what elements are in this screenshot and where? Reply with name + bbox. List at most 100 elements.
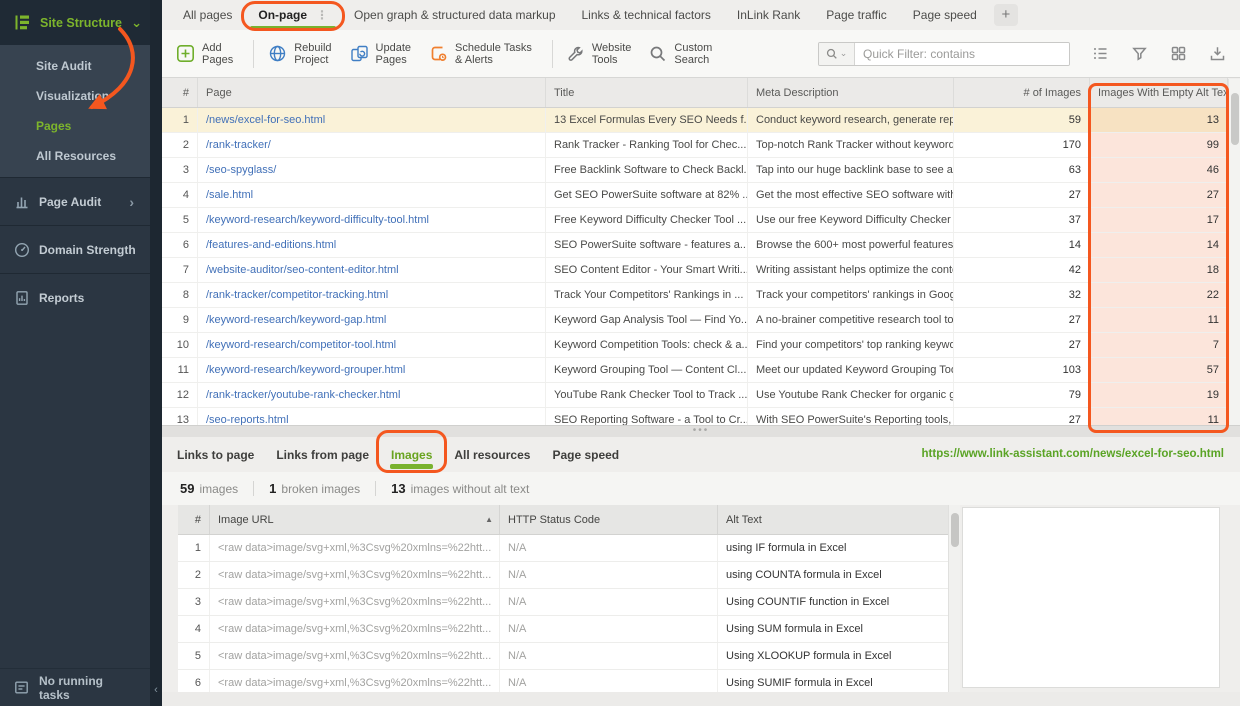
- bottom-tab[interactable]: Images: [380, 437, 443, 472]
- sidebar-item-domain-strength[interactable]: Domain Strength: [0, 225, 150, 273]
- cell-meta: A no-brainer competitive research tool t…: [748, 308, 954, 332]
- workspace-tab[interactable]: InLink Rank: [724, 0, 813, 30]
- cell-page: /rank-tracker/competitor-tracking.html: [198, 283, 546, 307]
- bottom-tab[interactable]: Page speed: [541, 437, 630, 472]
- sidebar-submenu: Site Audit Visualization Pages All Resou…: [0, 45, 150, 177]
- custom-search-button[interactable]: CustomSearch: [649, 42, 712, 66]
- workspace-tab[interactable]: All pages: [170, 0, 245, 30]
- tab-label: Images: [391, 448, 432, 462]
- table-row[interactable]: 4 /sale.html Get SEO PowerSuite software…: [162, 183, 1228, 208]
- export-button[interactable]: [1209, 45, 1226, 62]
- column-header-status[interactable]: HTTP Status Code: [500, 505, 718, 534]
- workspace-tab[interactable]: On-page ⋮: [245, 0, 341, 30]
- sidebar-item-page-audit[interactable]: Page Audit ›: [0, 177, 150, 225]
- edit-columns-button[interactable]: [1092, 45, 1109, 62]
- filter-mode-dropdown[interactable]: ⌄: [819, 43, 855, 65]
- table-row[interactable]: 11 /keyword-research/keyword-grouper.htm…: [162, 358, 1228, 383]
- running-tasks-status[interactable]: No running tasks: [0, 668, 150, 706]
- image-row[interactable]: 4 <raw data>image/svg+xml,%3Csvg%20xmlns…: [178, 616, 948, 643]
- workspace-tab[interactable]: Page traffic: [813, 0, 899, 30]
- panel-resize-handle[interactable]: •••: [162, 425, 1240, 437]
- table-row[interactable]: 13 /seo-reports.html SEO Reporting Softw…: [162, 408, 1228, 425]
- page-link[interactable]: /seo-reports.html: [206, 414, 289, 425]
- selected-page-url[interactable]: https://www.link-assistant.com/news/exce…: [922, 437, 1224, 472]
- page-link[interactable]: /keyword-research/keyword-gap.html: [206, 314, 386, 326]
- page-link[interactable]: /features-and-editions.html: [206, 239, 336, 251]
- filter-button[interactable]: [1131, 45, 1148, 62]
- page-link[interactable]: /rank-tracker/competitor-tracking.html: [206, 289, 388, 301]
- column-header-images[interactable]: # of Images: [954, 78, 1090, 107]
- tasks-icon: [14, 680, 29, 695]
- table-row[interactable]: 7 /website-auditor/seo-content-editor.ht…: [162, 258, 1228, 283]
- summary-label: images: [199, 482, 238, 496]
- add-pages-button[interactable]: AddPages: [176, 42, 233, 66]
- sidebar-subitem[interactable]: Visualization: [0, 81, 150, 111]
- cell-index: 2: [178, 562, 210, 588]
- scrollbar-thumb[interactable]: [1231, 93, 1239, 145]
- table-row[interactable]: 12 /rank-tracker/youtube-rank-checker.ht…: [162, 383, 1228, 408]
- bottom-tab[interactable]: All resources: [443, 437, 541, 472]
- sidebar-subitem[interactable]: All Resources: [0, 141, 150, 171]
- workspace-tab[interactable]: Page speed: [900, 0, 990, 30]
- workspace-tab[interactable]: Links & technical factors: [569, 0, 724, 30]
- column-header-alt-text[interactable]: Alt Text: [718, 505, 948, 534]
- bottom-tab[interactable]: Links to page: [166, 437, 265, 472]
- image-row[interactable]: 6 <raw data>image/svg+xml,%3Csvg%20xmlns…: [178, 670, 948, 692]
- sidebar-item-site-structure[interactable]: Site Structure ⌄: [0, 0, 162, 45]
- column-header-page[interactable]: Page: [198, 78, 546, 107]
- page-link[interactable]: /news/excel-for-seo.html: [206, 114, 325, 126]
- cell-image-count: 170: [954, 133, 1090, 157]
- page-link[interactable]: /rank-tracker/youtube-rank-checker.html: [206, 389, 400, 401]
- table-row[interactable]: 1 /news/excel-for-seo.html 13 Excel Form…: [162, 108, 1228, 133]
- column-header-image-url[interactable]: Image URL ▲: [210, 505, 500, 534]
- website-tools-button[interactable]: WebsiteTools: [567, 42, 632, 66]
- cell-image-url: <raw data>image/svg+xml,%3Csvg%20xmlns=%…: [210, 616, 500, 642]
- sidebar-edge: ‹: [150, 0, 162, 706]
- page-link[interactable]: /keyword-research/keyword-grouper.html: [206, 364, 405, 376]
- summary-item: 59 images: [180, 481, 253, 496]
- quick-filter-input[interactable]: [855, 43, 1069, 65]
- page-link[interactable]: /keyword-research/competitor-tool.html: [206, 339, 396, 351]
- page-link[interactable]: /seo-spyglass/: [206, 164, 276, 176]
- update-pages-button[interactable]: UpdatePages: [350, 42, 411, 66]
- sidebar-subitem[interactable]: Site Audit: [0, 51, 150, 81]
- table-row[interactable]: 3 /seo-spyglass/ Free Backlink Software …: [162, 158, 1228, 183]
- image-row[interactable]: 1 <raw data>image/svg+xml,%3Csvg%20xmlns…: [178, 535, 948, 562]
- sidebar-collapse-icon[interactable]: ‹: [150, 684, 162, 696]
- table-scrollbar[interactable]: [1228, 79, 1240, 425]
- scrollbar-thumb[interactable]: [951, 513, 959, 547]
- page-link[interactable]: /keyword-research/keyword-difficulty-too…: [206, 214, 429, 226]
- add-tab-button[interactable]: +: [994, 4, 1018, 26]
- column-header-empty-alt[interactable]: Images With Empty Alt Text: [1090, 78, 1228, 107]
- sidebar-subitem[interactable]: Pages: [0, 111, 150, 141]
- images-table-scrollbar[interactable]: [948, 505, 960, 692]
- table-row[interactable]: 2 /rank-tracker/ Rank Tracker - Ranking …: [162, 133, 1228, 158]
- rebuild-project-button[interactable]: RebuildProject: [268, 42, 331, 66]
- table-row[interactable]: 5 /keyword-research/keyword-difficulty-t…: [162, 208, 1228, 233]
- button-label: Add: [202, 42, 233, 54]
- column-header-index[interactable]: #: [178, 505, 210, 534]
- image-row[interactable]: 2 <raw data>image/svg+xml,%3Csvg%20xmlns…: [178, 562, 948, 589]
- table-row[interactable]: 8 /rank-tracker/competitor-tracking.html…: [162, 283, 1228, 308]
- table-row[interactable]: 6 /features-and-editions.html SEO PowerS…: [162, 233, 1228, 258]
- cell-title: SEO Content Editor - Your Smart Writi...: [546, 258, 748, 282]
- image-row[interactable]: 5 <raw data>image/svg+xml,%3Csvg%20xmlns…: [178, 643, 948, 670]
- sidebar-item-reports[interactable]: Reports: [0, 273, 150, 321]
- bottom-tab[interactable]: Links from page: [265, 437, 380, 472]
- image-row[interactable]: 3 <raw data>image/svg+xml,%3Csvg%20xmlns…: [178, 589, 948, 616]
- tab-menu-icon[interactable]: ⋮: [316, 8, 328, 22]
- schedule-tasks-button[interactable]: Schedule Tasks& Alerts: [429, 42, 532, 66]
- column-header-title[interactable]: Title: [546, 78, 748, 107]
- table-row[interactable]: 9 /keyword-research/keyword-gap.html Key…: [162, 308, 1228, 333]
- page-link[interactable]: /website-auditor/seo-content-editor.html: [206, 264, 399, 276]
- column-header-meta[interactable]: Meta Description: [748, 78, 954, 107]
- workspace-tab[interactable]: Open graph & structured data markup: [341, 0, 568, 30]
- workspaces-button[interactable]: [1170, 45, 1187, 62]
- column-header-index[interactable]: #: [162, 78, 198, 107]
- page-link[interactable]: /rank-tracker/: [206, 139, 271, 151]
- cell-index: 4: [178, 616, 210, 642]
- page-link[interactable]: /sale.html: [206, 189, 253, 201]
- cell-alt-text: using COUNTA formula in Excel: [718, 562, 948, 588]
- cell-title: Rank Tracker - Ranking Tool for Chec...: [546, 133, 748, 157]
- table-row[interactable]: 10 /keyword-research/competitor-tool.htm…: [162, 333, 1228, 358]
